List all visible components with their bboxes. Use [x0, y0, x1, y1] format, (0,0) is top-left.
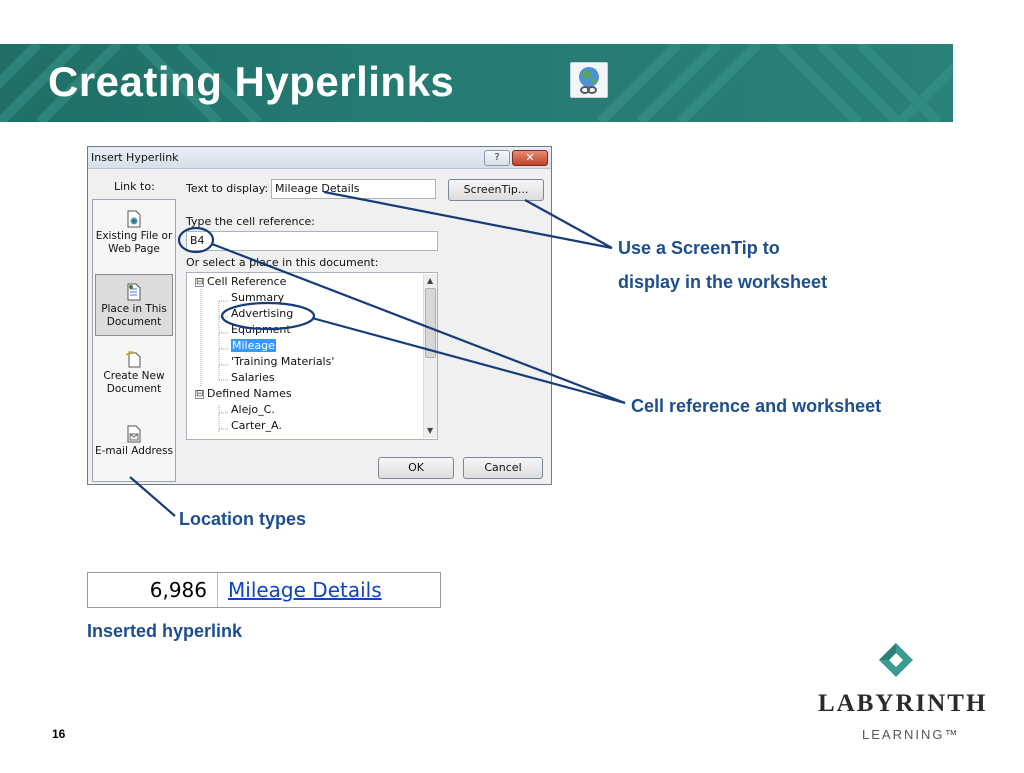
- tree-scrollbar[interactable]: ▲ ▼: [423, 274, 437, 438]
- cell-reference-field[interactable]: B4: [186, 231, 438, 251]
- link-to-label: Link to:: [114, 180, 155, 193]
- text-to-display-field[interactable]: Mileage Details: [271, 179, 436, 199]
- close-button[interactable]: ✕: [512, 150, 548, 166]
- link-to-create-new-label: Create New Document: [103, 370, 165, 395]
- link-to-create-new-document[interactable]: Create New Document: [93, 350, 175, 396]
- tree-node[interactable]: Equipment: [231, 322, 291, 338]
- link-to-place-in-document[interactable]: Place in This Document: [95, 274, 173, 336]
- file-icon: [127, 210, 141, 228]
- help-button[interactable]: ?: [484, 150, 510, 166]
- insert-hyperlink-dialog: Insert Hyperlink ? ✕ Link to: Existing F…: [87, 146, 552, 485]
- cell-reference-label: Type the cell reference:: [186, 215, 315, 228]
- tree-node[interactable]: Salaries: [231, 370, 275, 386]
- tree-node[interactable]: Alejo_C.: [231, 402, 275, 418]
- cell-number: 6,986: [88, 573, 218, 607]
- page-number: 16: [52, 727, 66, 741]
- place-in-document-label: Or select a place in this document:: [186, 256, 379, 269]
- scroll-down-icon[interactable]: ▼: [427, 426, 433, 435]
- link-to-existing-file-label: Existing File or Web Page: [95, 230, 173, 255]
- new-document-icon: [125, 350, 141, 368]
- tree-connector-lines: [200, 289, 229, 433]
- email-icon: [127, 425, 141, 443]
- logo-subtitle: LEARNING™: [862, 727, 960, 742]
- hyperlink-cell-example: 6,986 Mileage Details: [87, 572, 441, 608]
- document-place-icon: [127, 283, 141, 301]
- callout-screentip-line2: display in the worksheet: [618, 272, 828, 292]
- tree-node[interactable]: Summary: [231, 290, 284, 306]
- ok-button[interactable]: OK: [378, 457, 454, 479]
- scrollbar-thumb[interactable]: [425, 288, 436, 358]
- tree-node[interactable]: Advertising: [231, 306, 293, 322]
- slide-title: Creating Hyperlinks: [48, 58, 455, 105]
- cell-hyperlink[interactable]: Mileage Details: [228, 573, 382, 607]
- screentip-button[interactable]: ScreenTip...: [448, 179, 544, 201]
- tree-node-selected[interactable]: Mileage: [231, 338, 276, 354]
- tree-node[interactable]: 'Training Materials': [231, 354, 334, 370]
- link-to-email-address[interactable]: E-mail Address: [93, 425, 175, 458]
- link-to-bar: Existing File or Web Page Place in This …: [92, 199, 176, 482]
- logo-name: LABYRINTH: [818, 690, 988, 717]
- cancel-button[interactable]: Cancel: [463, 457, 543, 479]
- labyrinth-logo-icon: [879, 643, 913, 677]
- callout-inserted-hyperlink: Inserted hyperlink: [87, 621, 243, 641]
- dialog-titlebar: Insert Hyperlink ? ✕: [88, 147, 551, 169]
- callout-location-types: Location types: [179, 509, 307, 529]
- scroll-up-icon[interactable]: ▲: [427, 276, 433, 285]
- text-to-display-label: Text to display:: [186, 182, 269, 195]
- link-to-existing-file[interactable]: Existing File or Web Page: [93, 210, 175, 256]
- callout-screentip-line1: Use a ScreenTip to: [618, 238, 780, 258]
- link-to-email-label: E-mail Address: [94, 445, 174, 457]
- place-tree[interactable]: ⊟ Cell Reference Summary Advertising Equi…: [186, 272, 438, 440]
- dialog-title: Insert Hyperlink: [91, 151, 179, 164]
- tree-node[interactable]: Carter_A.: [231, 418, 282, 434]
- hyperlink-globe-icon: [570, 62, 608, 98]
- callout-cell-reference: Cell reference and worksheet: [631, 396, 882, 416]
- title-banner: Creating Hyperlinks: [0, 44, 953, 122]
- link-to-place-label: Place in This Document: [101, 303, 167, 328]
